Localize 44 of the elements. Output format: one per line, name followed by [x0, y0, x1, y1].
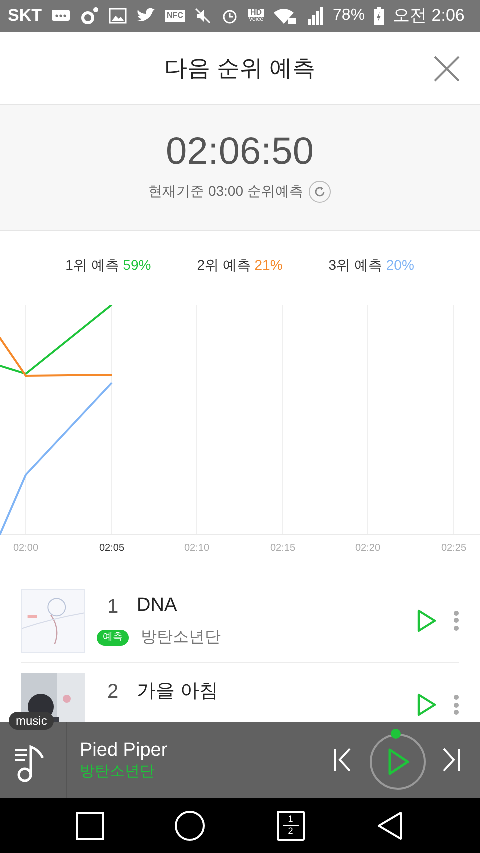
more-button[interactable]	[453, 610, 459, 630]
image-icon	[109, 8, 127, 24]
time-label: 02:00	[13, 542, 39, 556]
legend-item: 2위 예측 21%	[197, 256, 283, 275]
countdown: 02:06:50	[166, 132, 314, 170]
time-label: 02:10	[184, 542, 210, 556]
time-label: 02:05	[99, 542, 125, 556]
split-screen-button[interactable]: 1 2	[276, 810, 305, 840]
play-button[interactable]	[368, 729, 428, 791]
bird-icon	[136, 8, 156, 24]
artist-name: 방탄소년단	[141, 628, 221, 648]
battery-icon	[374, 7, 384, 25]
nfc-icon: NFC	[165, 10, 186, 22]
prediction-badge: 예측	[97, 630, 129, 646]
play-button[interactable]	[417, 693, 439, 717]
legend-item: 1위 예측 59%	[66, 256, 152, 275]
time-label: 02:25	[441, 542, 467, 556]
song-title: 가을 아침	[137, 680, 218, 704]
refresh-icon	[314, 186, 326, 198]
music-tag: music	[9, 712, 54, 730]
prediction-caption: 현재기준 03:00 순위예측	[148, 182, 304, 201]
mute-icon	[194, 7, 212, 25]
close-button[interactable]	[432, 54, 462, 84]
clock: 오전 2:06	[393, 5, 465, 28]
time-label: 02:15	[270, 542, 296, 556]
rank-number: 1	[106, 594, 120, 620]
rank-number: 2	[106, 680, 120, 705]
play-button[interactable]	[417, 608, 439, 632]
home-button[interactable]	[175, 810, 206, 840]
page-title: 다음 순위 예측	[164, 54, 316, 83]
message-icon	[51, 8, 71, 24]
battery-percent: 78%	[333, 6, 366, 26]
back-button[interactable]	[376, 810, 404, 840]
refresh-button[interactable]	[309, 180, 332, 202]
overview-button[interactable]	[76, 812, 104, 840]
circle-icon	[80, 6, 100, 26]
now-playing-artist: 방탄소년단	[80, 762, 156, 782]
legend-item: 3위 예측 20%	[328, 256, 414, 275]
more-button[interactable]	[453, 695, 459, 715]
song-title: DNA	[137, 594, 178, 618]
now-playing-title: Pied Piper	[80, 738, 168, 762]
carrier-name: SKT	[8, 5, 42, 28]
time-label: 02:20	[355, 542, 381, 556]
signal-icon	[308, 7, 324, 25]
